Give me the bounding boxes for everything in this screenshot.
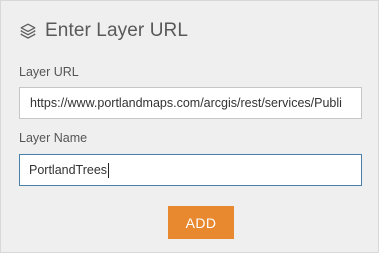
panel-header: Enter Layer URL: [19, 18, 188, 44]
add-layer-panel: Enter Layer URL Layer URL https://www.po…: [0, 0, 379, 253]
layer-name-label: Layer Name: [19, 131, 88, 145]
layer-url-input[interactable]: https://www.portlandmaps.com/arcgis/rest…: [19, 87, 362, 119]
text-cursor: [108, 162, 110, 178]
dialog-title: Enter Layer URL: [45, 20, 189, 41]
layer-name-input[interactable]: PortlandTrees: [19, 154, 362, 186]
layer-url-label: Layer URL: [19, 65, 79, 79]
add-button[interactable]: ADD: [168, 206, 234, 239]
layer-name-value: PortlandTrees: [29, 163, 108, 177]
layer-url-value: https://www.portlandmaps.com/arcgis/rest…: [30, 96, 342, 110]
layers-icon: [19, 22, 37, 40]
